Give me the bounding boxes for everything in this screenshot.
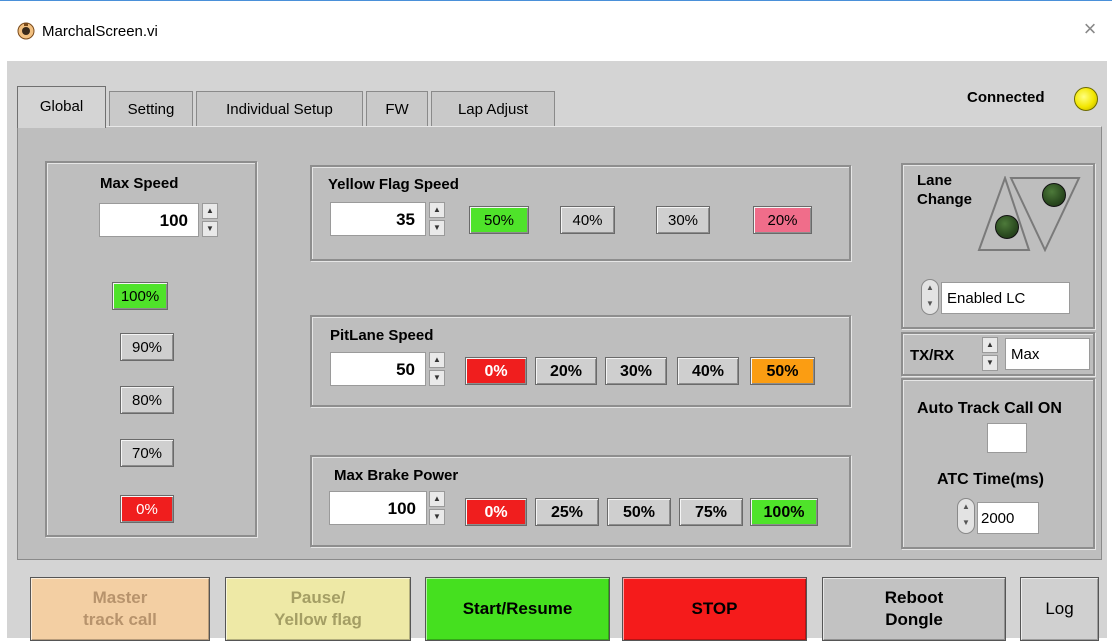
log-button[interactable]: Log [1020,577,1099,641]
lane-change-ring-stepper[interactable]: ▲ ▼ [921,279,939,315]
tab-label: Individual Setup [226,101,333,118]
connected-led-indicator [1074,87,1098,111]
brake-preset-75[interactable]: 75% [679,498,743,526]
yellow-flag-label: Yellow Flag Speed [328,176,459,193]
pitlane-input[interactable]: 50 [330,352,426,386]
atc-time-input[interactable]: 2000 [977,502,1039,534]
button-label-line1: Pause/ [290,588,346,607]
pitlane-label: PitLane Speed [330,327,434,344]
button-label-line2: Dongle [885,610,943,629]
decrement-arrow-icon[interactable]: ▼ [202,221,218,237]
app-window: MarchalScreen.vi × Global Setting Indivi… [0,0,1112,641]
max-speed-preset-0[interactable]: 0% [120,495,174,523]
connected-label: Connected [967,89,1045,106]
pitlane-preset-40[interactable]: 40% [677,357,739,385]
pitlane-preset-50[interactable]: 50% [750,357,815,385]
brake-preset-25[interactable]: 25% [535,498,599,526]
pitlane-stepper[interactable]: ▲ ▼ [429,352,445,386]
brake-preset-50[interactable]: 50% [607,498,671,526]
button-label: Log [1045,599,1074,618]
increment-arrow-icon[interactable]: ▲ [982,337,998,353]
lane-change-left-led[interactable] [995,215,1019,239]
brake-preset-0[interactable]: 0% [465,498,527,526]
tab-fw[interactable]: FW [366,91,428,127]
close-icon[interactable]: × [1078,18,1102,40]
pitlane-preset-0[interactable]: 0% [465,357,527,385]
tab-label: FW [385,101,409,118]
increment-arrow-icon[interactable]: ▲ [429,491,445,507]
start-resume-button[interactable]: Start/Resume [425,577,610,641]
yellow-flag-input[interactable]: 35 [330,202,426,236]
atc-time-label: ATC Time(ms) [937,471,1044,488]
txrx-label: TX/RX [910,347,955,364]
max-brake-stepper[interactable]: ▲ ▼ [429,491,445,525]
lane-change-label-line1: Lane [917,172,953,189]
tab-label: Setting [127,101,175,118]
auto-track-call-checkbox[interactable] [987,423,1027,453]
lane-change-mode-display[interactable]: Enabled LC [941,282,1070,314]
brake-preset-100[interactable]: 100% [750,498,818,526]
txrx-stepper[interactable]: ▲ ▼ [982,337,998,371]
increment-arrow-icon[interactable]: ▲ [429,202,445,218]
max-speed-preset-70[interactable]: 70% [120,439,174,467]
button-label: Start/Resume [462,599,573,618]
lane-change-label-line2: Change [917,191,973,208]
max-brake-input[interactable]: 100 [329,491,427,525]
max-speed-preset-90[interactable]: 90% [120,333,174,361]
max-brake-label: Max Brake Power [334,467,459,484]
front-panel: Global Setting Individual Setup FW Lap A… [7,61,1107,641]
button-label-line1: Reboot [884,588,944,607]
tab-lap-adjust[interactable]: Lap Adjust [431,91,555,127]
decrement-arrow-icon[interactable]: ▼ [429,370,445,386]
increment-arrow-icon[interactable]: ▲ [202,203,218,219]
tab-global[interactable]: Global [17,86,106,128]
tab-individual-setup[interactable]: Individual Setup [196,91,363,127]
tab-label: Lap Adjust [457,101,529,118]
max-speed-preset-100[interactable]: 100% [112,282,168,310]
labview-app-icon [17,22,35,40]
decrement-arrow-icon[interactable]: ▼ [982,355,998,371]
decrement-arrow-icon[interactable]: ▼ [429,509,445,525]
decrement-arrow-icon[interactable]: ▼ [429,220,445,236]
max-speed-stepper[interactable]: ▲ ▼ [202,203,218,237]
atc-time-ring-stepper[interactable]: ▲ ▼ [957,498,975,534]
auto-track-call-label: Auto Track Call ON [917,400,1062,417]
yellow-flag-preset-20[interactable]: 20% [753,206,812,234]
window-title: MarchalScreen.vi [42,23,158,40]
reboot-dongle-button[interactable]: Reboot Dongle [822,577,1006,641]
title-bar: MarchalScreen.vi × [0,1,1112,61]
lane-change-triangles-icon [977,176,1081,252]
button-label: STOP [691,599,738,618]
txrx-display[interactable]: Max [1005,338,1090,370]
max-speed-label: Max Speed [100,175,179,192]
yellow-flag-stepper[interactable]: ▲ ▼ [429,202,445,236]
pitlane-preset-30[interactable]: 30% [605,357,667,385]
tab-setting[interactable]: Setting [109,91,193,127]
pause-yellow-flag-button[interactable]: Pause/Yellow flag [225,577,411,641]
yellow-flag-preset-40[interactable]: 40% [560,206,615,234]
increment-arrow-icon[interactable]: ▲ [429,352,445,368]
max-speed-input[interactable]: 100 [99,203,199,237]
master-track-call-button[interactable]: Master track call [30,577,210,641]
button-label-line1: Master [92,588,148,607]
button-label-line2: Yellow flag [274,610,362,629]
tab-label: Global [39,98,84,115]
stop-button[interactable]: STOP [622,577,807,641]
pitlane-preset-20[interactable]: 20% [535,357,597,385]
button-label-line2: track call [83,610,157,629]
yellow-flag-preset-50[interactable]: 50% [469,206,529,234]
max-speed-preset-80[interactable]: 80% [120,386,174,414]
lane-change-right-led[interactable] [1042,183,1066,207]
yellow-flag-preset-30[interactable]: 30% [656,206,710,234]
